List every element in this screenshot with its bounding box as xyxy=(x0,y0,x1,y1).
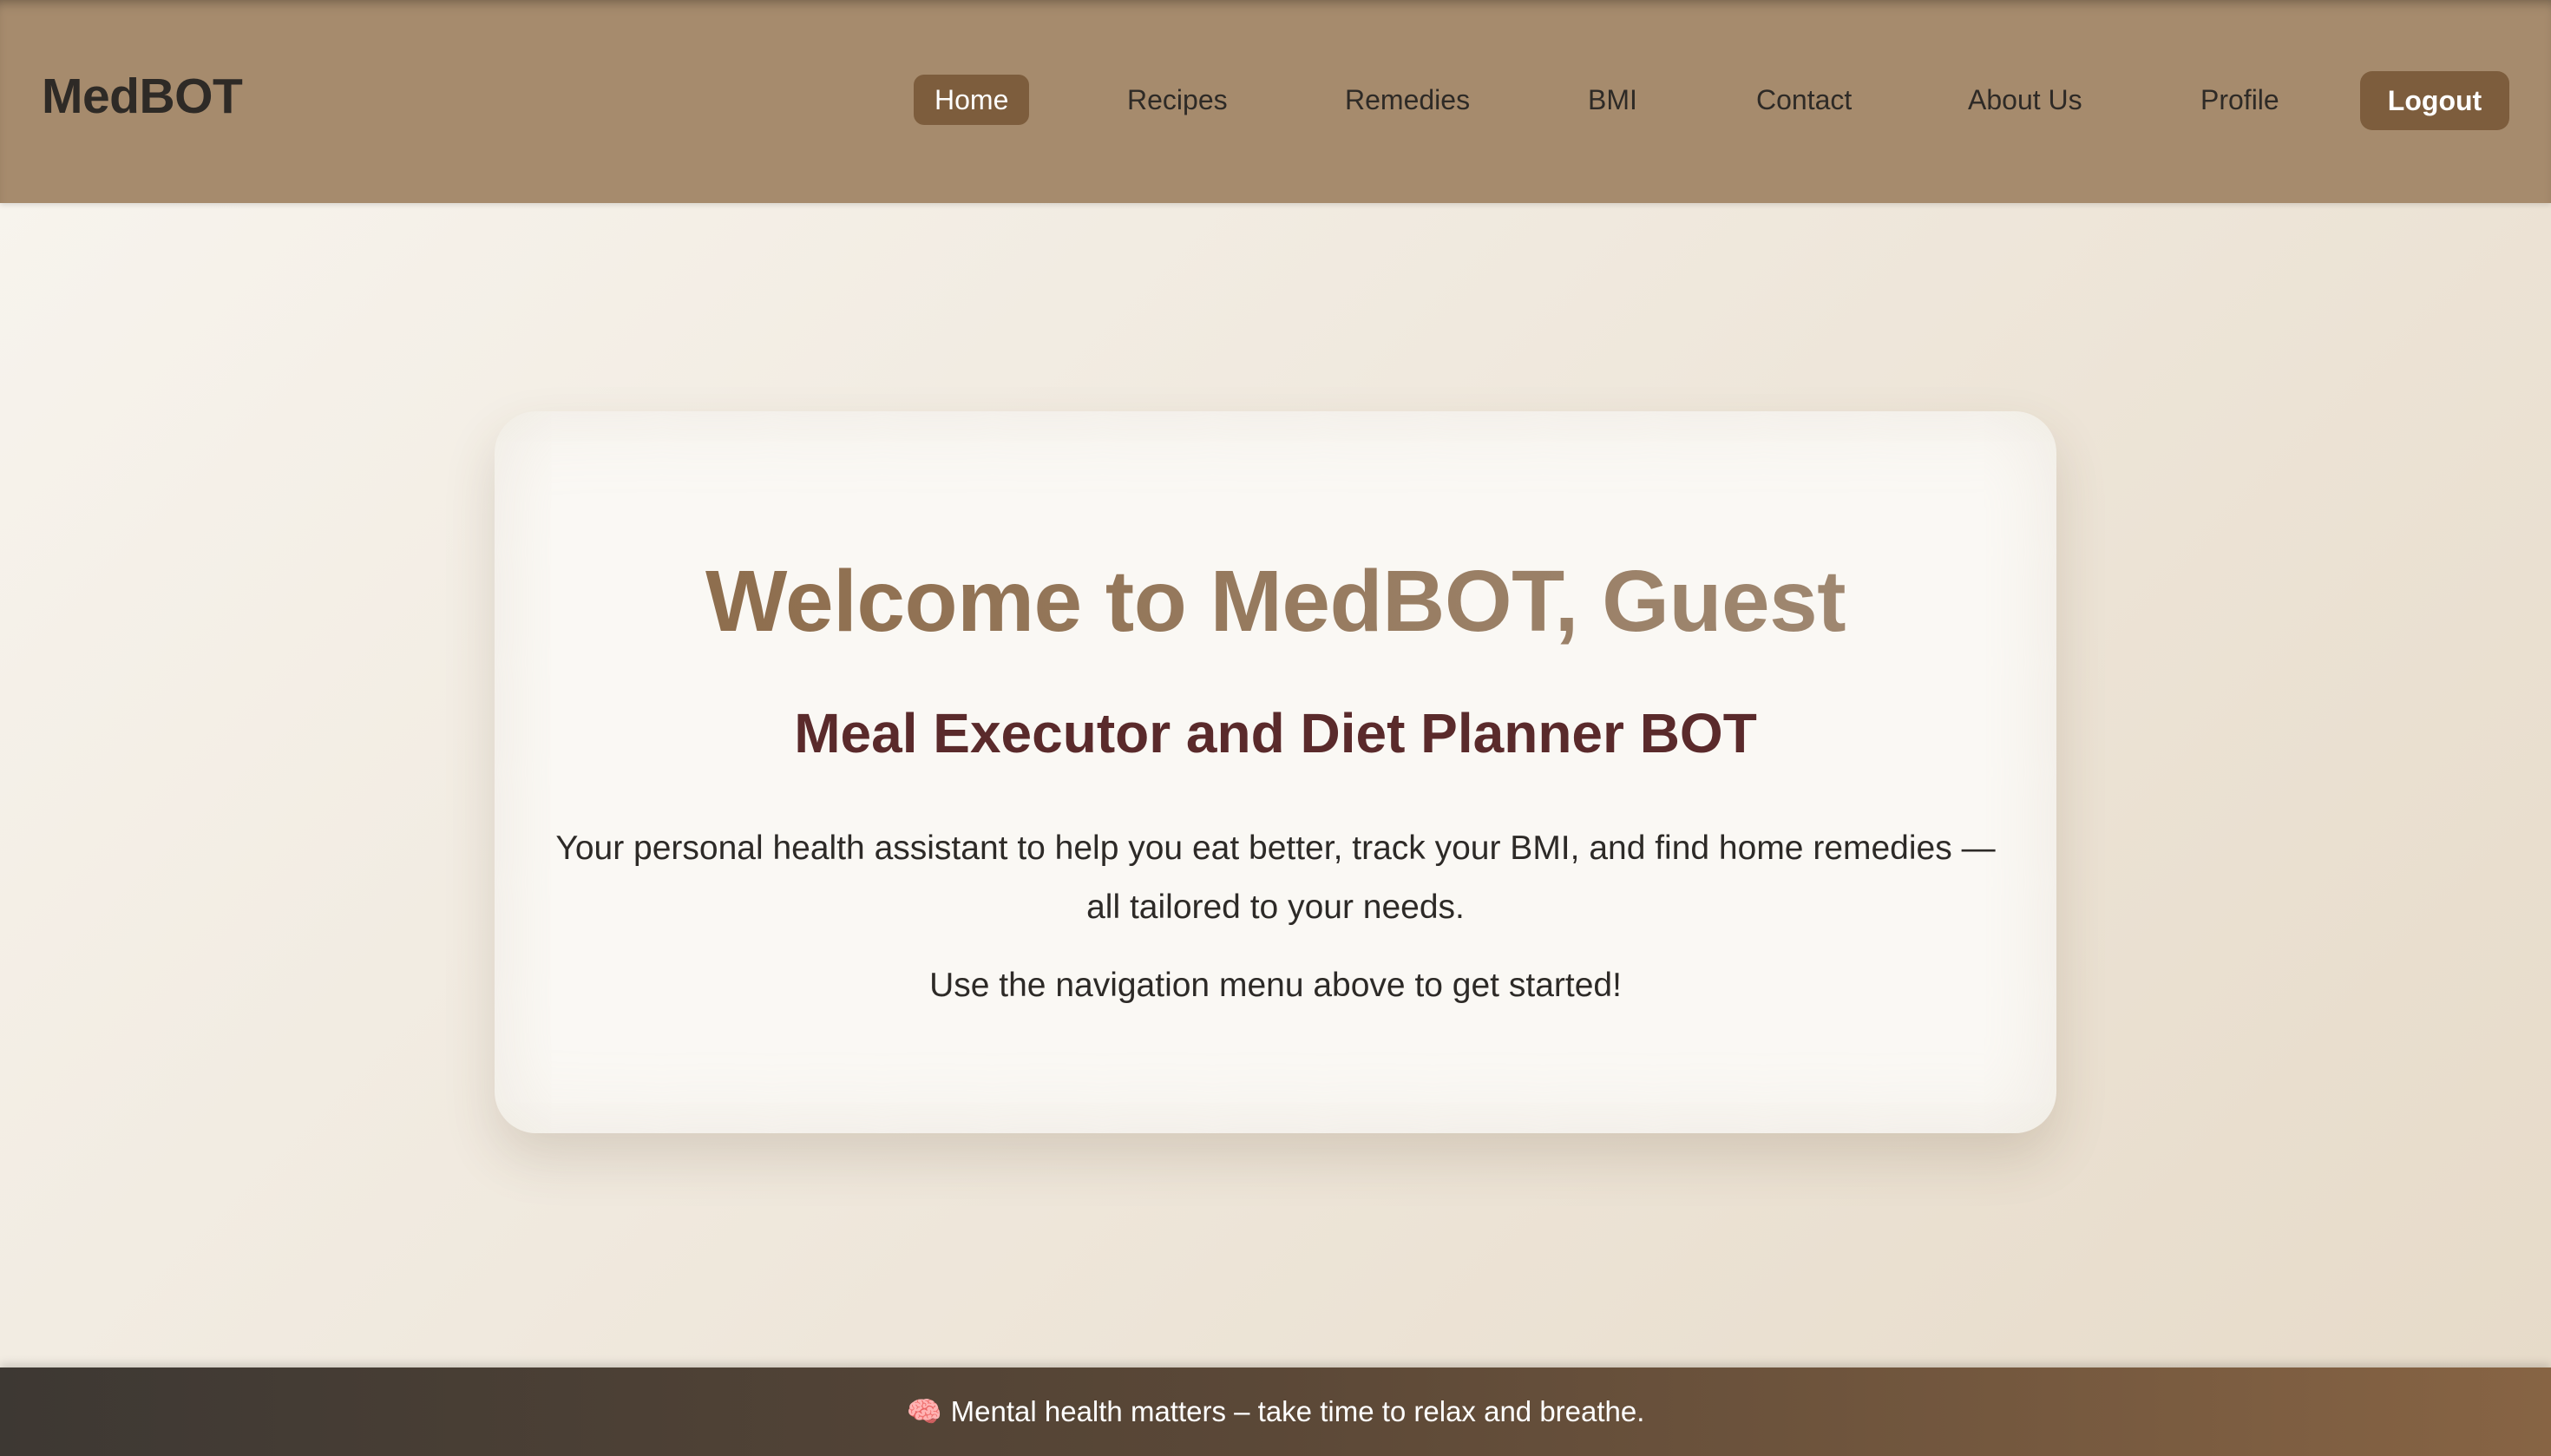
brand-logo[interactable]: MedBOT xyxy=(42,68,243,125)
nav-link-remedies[interactable]: Remedies xyxy=(1324,75,1491,125)
welcome-subtitle: Meal Executor and Diet Planner BOT xyxy=(794,702,1757,764)
welcome-description: Your personal health assistant to help y… xyxy=(555,830,1996,926)
nav-link-profile[interactable]: Profile xyxy=(2180,75,2300,125)
top-navbar: MedBOT Home Recipes Remedies BMI Contact… xyxy=(0,0,2551,203)
brain-icon: 🧠 xyxy=(906,1395,942,1427)
footer-banner: 🧠 Mental health matters – take time to re… xyxy=(0,1367,2551,1456)
welcome-title: Welcome to MedBOT, Guest xyxy=(495,552,2056,652)
nav-link-contact[interactable]: Contact xyxy=(1735,75,1872,125)
nav-link-bmi[interactable]: BMI xyxy=(1567,75,1658,125)
nav-link-about-us[interactable]: About Us xyxy=(1947,75,2103,125)
welcome-cta: Use the navigation menu above to get sta… xyxy=(929,967,1622,1004)
footer-message: Mental health matters – take time to rel… xyxy=(950,1395,1645,1427)
nav-link-home[interactable]: Home xyxy=(914,75,1030,125)
logout-button[interactable]: Logout xyxy=(2360,71,2509,130)
welcome-card: Welcome to MedBOT, Guest Meal Executor a… xyxy=(495,411,2056,1133)
nav-link-recipes[interactable]: Recipes xyxy=(1106,75,1249,125)
